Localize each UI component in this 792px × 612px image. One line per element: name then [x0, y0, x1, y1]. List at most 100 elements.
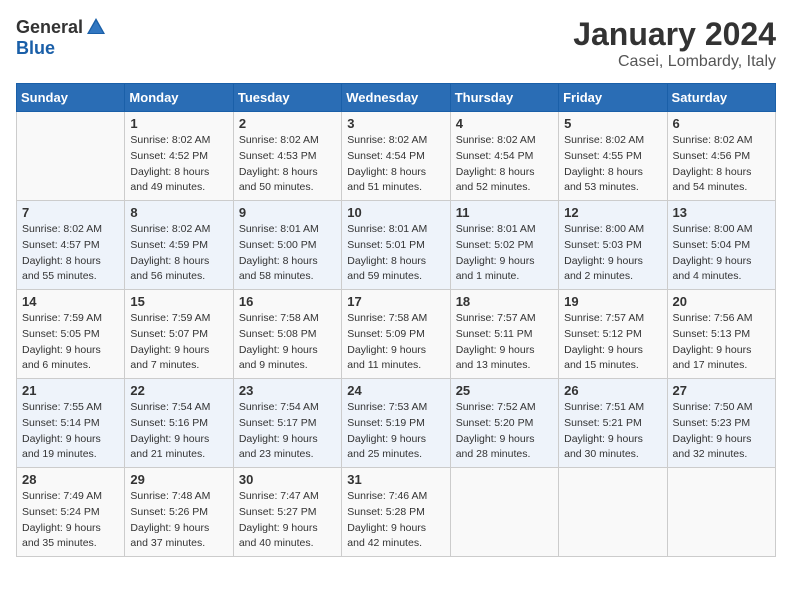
day-number: 15: [130, 294, 227, 309]
week-row-4: 21 Sunrise: 7:55 AMSunset: 5:14 PMDayligh…: [17, 379, 776, 468]
day-info: Sunrise: 8:00 AMSunset: 5:03 PMDaylight:…: [564, 222, 661, 285]
day-number: 21: [22, 383, 119, 398]
calendar-cell: 8Sunrise: 8:02 AMSunset: 4:59 PMDaylight…: [125, 201, 233, 290]
day-number: 29: [130, 472, 227, 487]
day-info: Sunrise: 7:57 AMSunset: 5:11 PMDaylight:…: [456, 311, 553, 374]
calendar-cell: 31Sunrise: 7:46 AMSunset: 5:28 PMDayligh…: [342, 468, 450, 557]
day-info: Sunrise: 8:02 AMSunset: 4:54 PMDaylight:…: [456, 133, 553, 196]
calendar-cell: 11Sunrise: 8:01 AMSunset: 5:02 PMDayligh…: [450, 201, 558, 290]
calendar-cell: 7 Sunrise: 8:02 AMSunset: 4:57 PMDaylight…: [17, 201, 125, 290]
day-info: Sunrise: 8:02 AMSunset: 4:57 PMDaylight:…: [22, 222, 119, 285]
day-info: Sunrise: 7:58 AMSunset: 5:09 PMDaylight:…: [347, 311, 444, 374]
calendar-cell: 5 Sunrise: 8:02 AMSunset: 4:55 PMDaylight…: [559, 112, 667, 201]
week-row-1: 1 Sunrise: 8:02 AMSunset: 4:52 PMDaylight…: [17, 112, 776, 201]
calendar-cell: 29 Sunrise: 7:48 AMSunset: 5:26 PMDayligh…: [125, 468, 233, 557]
day-info: Sunrise: 7:48 AMSunset: 5:26 PMDaylight:…: [130, 489, 227, 552]
column-header-monday: Monday: [125, 84, 233, 112]
calendar-cell: 20 Sunrise: 7:56 AMSunset: 5:13 PMDayligh…: [667, 290, 775, 379]
calendar-cell: 9Sunrise: 8:01 AMSunset: 5:00 PMDaylight…: [233, 201, 341, 290]
day-number: 5: [564, 116, 661, 131]
day-info: Sunrise: 8:02 AMSunset: 4:52 PMDaylight:…: [130, 133, 227, 196]
calendar-cell: 16Sunrise: 7:58 AMSunset: 5:08 PMDayligh…: [233, 290, 341, 379]
day-info: Sunrise: 7:59 AMSunset: 5:07 PMDaylight:…: [130, 311, 227, 374]
day-info: Sunrise: 7:54 AMSunset: 5:17 PMDaylight:…: [239, 400, 336, 463]
calendar-cell: 22 Sunrise: 7:54 AMSunset: 5:16 PMDayligh…: [125, 379, 233, 468]
calendar-cell: 10 Sunrise: 8:01 AMSunset: 5:01 PMDayligh…: [342, 201, 450, 290]
calendar-cell: 19Sunrise: 7:57 AMSunset: 5:12 PMDayligh…: [559, 290, 667, 379]
day-number: 8: [130, 205, 227, 220]
day-number: 31: [347, 472, 444, 487]
column-header-friday: Friday: [559, 84, 667, 112]
day-info: Sunrise: 7:50 AMSunset: 5:23 PMDaylight:…: [673, 400, 770, 463]
day-info: Sunrise: 8:02 AMSunset: 4:55 PMDaylight:…: [564, 133, 661, 196]
calendar-cell: 18 Sunrise: 7:57 AMSunset: 5:11 PMDayligh…: [450, 290, 558, 379]
day-number: 14: [22, 294, 119, 309]
day-number: 1: [130, 116, 227, 131]
header: General Blue January 2024 Casei, Lombard…: [16, 16, 776, 71]
subtitle: Casei, Lombardy, Italy: [573, 53, 776, 71]
day-number: 25: [456, 383, 553, 398]
day-number: 30: [239, 472, 336, 487]
calendar-cell: 28Sunrise: 7:49 AMSunset: 5:24 PMDayligh…: [17, 468, 125, 557]
column-header-wednesday: Wednesday: [342, 84, 450, 112]
title-area: January 2024 Casei, Lombardy, Italy: [573, 16, 776, 71]
calendar-cell: 27 Sunrise: 7:50 AMSunset: 5:23 PMDayligh…: [667, 379, 775, 468]
calendar-header-row: SundayMondayTuesdayWednesdayThursdayFrid…: [17, 84, 776, 112]
calendar-cell: 3Sunrise: 8:02 AMSunset: 4:54 PMDaylight…: [342, 112, 450, 201]
day-info: Sunrise: 7:52 AMSunset: 5:20 PMDaylight:…: [456, 400, 553, 463]
day-info: Sunrise: 7:53 AMSunset: 5:19 PMDaylight:…: [347, 400, 444, 463]
calendar-table: SundayMondayTuesdayWednesdayThursdayFrid…: [16, 83, 776, 557]
calendar-cell: 24Sunrise: 7:53 AMSunset: 5:19 PMDayligh…: [342, 379, 450, 468]
day-info: Sunrise: 8:00 AMSunset: 5:04 PMDaylight:…: [673, 222, 770, 285]
calendar-cell: 2Sunrise: 8:02 AMSunset: 4:53 PMDaylight…: [233, 112, 341, 201]
calendar-cell: 21 Sunrise: 7:55 AMSunset: 5:14 PMDayligh…: [17, 379, 125, 468]
day-number: 2: [239, 116, 336, 131]
calendar-cell: 30Sunrise: 7:47 AMSunset: 5:27 PMDayligh…: [233, 468, 341, 557]
day-number: 26: [564, 383, 661, 398]
calendar-cell: 17 Sunrise: 7:58 AMSunset: 5:09 PMDayligh…: [342, 290, 450, 379]
calendar-cell: [559, 468, 667, 557]
logo-blue-text: Blue: [16, 38, 55, 59]
day-info: Sunrise: 8:01 AMSunset: 5:02 PMDaylight:…: [456, 222, 553, 285]
day-number: 12: [564, 205, 661, 220]
logo: General Blue: [16, 16, 107, 59]
calendar-cell: 23 Sunrise: 7:54 AMSunset: 5:17 PMDayligh…: [233, 379, 341, 468]
calendar-cell: 13 Sunrise: 8:00 AMSunset: 5:04 PMDayligh…: [667, 201, 775, 290]
main-title: January 2024: [573, 16, 776, 53]
day-number: 4: [456, 116, 553, 131]
calendar-cell: [667, 468, 775, 557]
day-number: 22: [130, 383, 227, 398]
day-info: Sunrise: 8:02 AMSunset: 4:56 PMDaylight:…: [673, 133, 770, 196]
day-info: Sunrise: 8:02 AMSunset: 4:54 PMDaylight:…: [347, 133, 444, 196]
calendar-cell: 15 Sunrise: 7:59 AMSunset: 5:07 PMDayligh…: [125, 290, 233, 379]
calendar-cell: 4 Sunrise: 8:02 AMSunset: 4:54 PMDaylight…: [450, 112, 558, 201]
day-number: 20: [673, 294, 770, 309]
day-info: Sunrise: 7:57 AMSunset: 5:12 PMDaylight:…: [564, 311, 661, 374]
day-info: Sunrise: 7:55 AMSunset: 5:14 PMDaylight:…: [22, 400, 119, 463]
logo-icon: [85, 16, 107, 38]
day-info: Sunrise: 7:59 AMSunset: 5:05 PMDaylight:…: [22, 311, 119, 374]
week-row-5: 28Sunrise: 7:49 AMSunset: 5:24 PMDayligh…: [17, 468, 776, 557]
calendar-cell: [450, 468, 558, 557]
column-header-sunday: Sunday: [17, 84, 125, 112]
day-number: 7: [22, 205, 119, 220]
day-number: 10: [347, 205, 444, 220]
day-number: 18: [456, 294, 553, 309]
calendar-cell: 26Sunrise: 7:51 AMSunset: 5:21 PMDayligh…: [559, 379, 667, 468]
day-number: 16: [239, 294, 336, 309]
day-number: 17: [347, 294, 444, 309]
day-info: Sunrise: 8:01 AMSunset: 5:00 PMDaylight:…: [239, 222, 336, 285]
day-number: 13: [673, 205, 770, 220]
day-info: Sunrise: 7:54 AMSunset: 5:16 PMDaylight:…: [130, 400, 227, 463]
column-header-saturday: Saturday: [667, 84, 775, 112]
column-header-tuesday: Tuesday: [233, 84, 341, 112]
logo-general-text: General: [16, 17, 83, 38]
calendar-cell: 12 Sunrise: 8:00 AMSunset: 5:03 PMDayligh…: [559, 201, 667, 290]
day-info: Sunrise: 8:01 AMSunset: 5:01 PMDaylight:…: [347, 222, 444, 285]
day-number: 23: [239, 383, 336, 398]
day-info: Sunrise: 7:49 AMSunset: 5:24 PMDaylight:…: [22, 489, 119, 552]
column-header-thursday: Thursday: [450, 84, 558, 112]
calendar-cell: 1 Sunrise: 8:02 AMSunset: 4:52 PMDaylight…: [125, 112, 233, 201]
day-info: Sunrise: 7:56 AMSunset: 5:13 PMDaylight:…: [673, 311, 770, 374]
day-number: 27: [673, 383, 770, 398]
